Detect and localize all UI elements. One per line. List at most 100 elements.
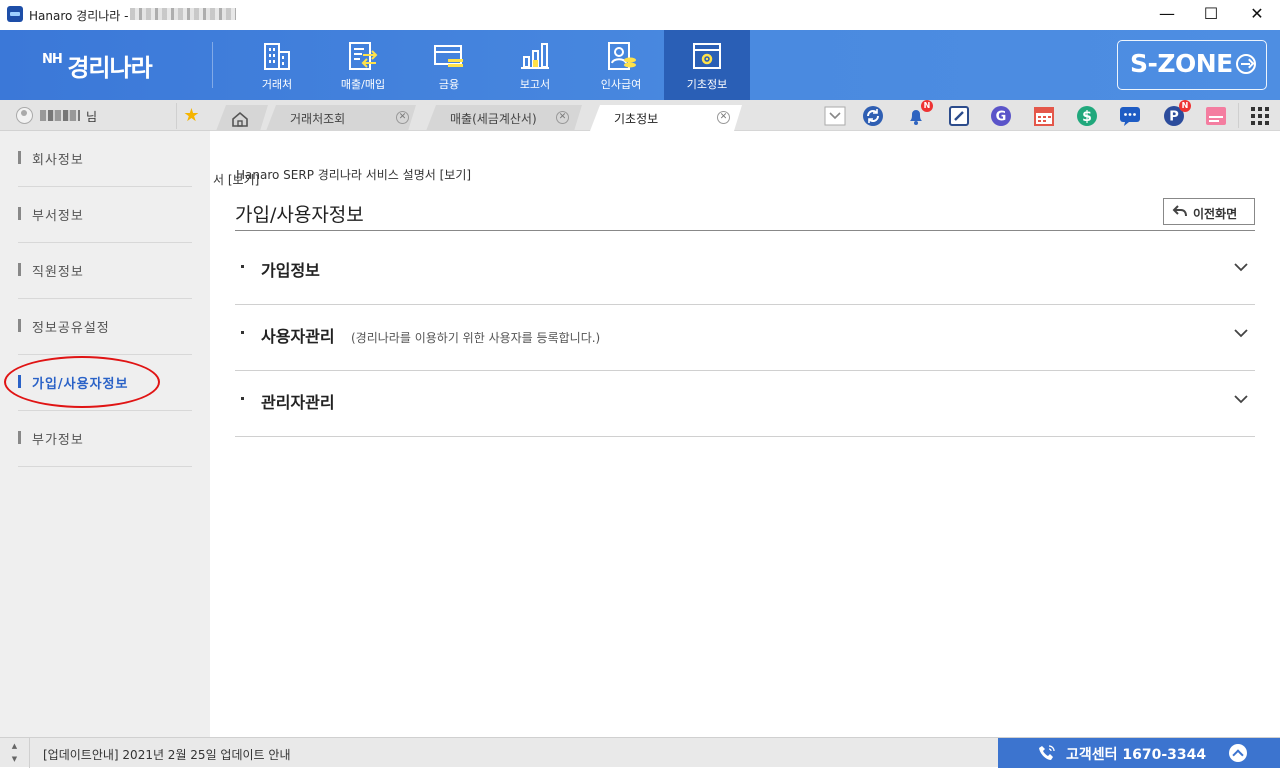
notification-badge: N bbox=[1179, 100, 1191, 112]
tab-close-icon[interactable]: ✕ bbox=[717, 111, 730, 124]
svg-text:P: P bbox=[1169, 110, 1179, 125]
sidebar-item-company-info[interactable]: 회사정보 bbox=[18, 131, 192, 187]
sidebar-item-department-info[interactable]: 부서정보 bbox=[18, 187, 192, 243]
sidebar-item-label: 회사정보 bbox=[32, 153, 84, 168]
sidebar-marker bbox=[18, 151, 21, 164]
sidebar-item-employee-info[interactable]: 직원정보 bbox=[18, 243, 192, 299]
tab-close-icon[interactable]: ✕ bbox=[556, 111, 569, 124]
tab-client-search[interactable]: 거래처조회 ✕ bbox=[266, 105, 416, 131]
home-tab[interactable] bbox=[216, 105, 268, 131]
sidebar-marker bbox=[18, 207, 21, 220]
title-divider bbox=[235, 230, 1255, 231]
person-coin-icon bbox=[608, 42, 636, 70]
sidebar-item-signup-user-info[interactable]: 가입/사용자정보 bbox=[18, 355, 192, 411]
dollar-icon[interactable]: $ bbox=[1076, 105, 1098, 127]
maximize-button[interactable]: ☐ bbox=[1188, 0, 1234, 30]
section-admin-management[interactable]: 관리자관리 bbox=[235, 371, 1255, 437]
calendar-icon[interactable] bbox=[1033, 105, 1055, 127]
sidebar-marker bbox=[18, 263, 21, 276]
nav-item-sales-purchase[interactable]: 매출/매입 bbox=[320, 30, 406, 100]
nav-divider bbox=[212, 42, 213, 88]
enter-arrow-icon bbox=[1236, 54, 1256, 74]
phone-icon bbox=[1039, 745, 1055, 760]
nav-item-hr-payroll[interactable]: 인사급여 bbox=[578, 30, 664, 100]
update-notice[interactable]: [업데이트안내] 2021년 2월 25일 업데이트 안내 bbox=[43, 746, 290, 763]
window-title-bar: Hanaro 경리나라 - — ☐ ✕ bbox=[0, 0, 1280, 30]
settings-window-icon bbox=[693, 43, 721, 69]
notification-badge: N bbox=[921, 100, 933, 112]
section-signup-info[interactable]: 가입정보 bbox=[235, 239, 1255, 305]
back-button[interactable]: 이전화면 bbox=[1163, 198, 1255, 225]
service-manual-link-overlap: 서 [보기] bbox=[213, 173, 260, 187]
nav-item-basic-info[interactable]: 기초정보 bbox=[664, 30, 750, 100]
tab-label: 거래처조회 bbox=[290, 112, 346, 126]
sync-icon[interactable] bbox=[862, 105, 884, 127]
svg-text:G: G bbox=[996, 110, 1007, 125]
minimize-button[interactable]: — bbox=[1144, 0, 1190, 30]
user-honorific: 님 bbox=[86, 110, 98, 124]
redacted-user-name bbox=[40, 110, 80, 121]
status-bar: ▲ ▼ [업데이트안내] 2021년 2월 25일 업데이트 안내 고객센터 16… bbox=[0, 737, 1280, 768]
chevron-down-icon[interactable] bbox=[1233, 391, 1249, 407]
nav-item-finance[interactable]: 금융 bbox=[406, 30, 492, 100]
scroll-down-icon[interactable]: ▼ bbox=[12, 755, 17, 763]
nav-label: 기초정보 bbox=[686, 78, 728, 91]
chevron-down-icon[interactable] bbox=[1233, 259, 1249, 275]
chat-icon[interactable] bbox=[1119, 105, 1141, 127]
call-center-text: 고객센터 1670-3344 bbox=[1066, 747, 1207, 763]
brand-logo[interactable]: NH 경리나라 bbox=[42, 48, 153, 83]
notification-bell-icon[interactable]: N bbox=[905, 100, 933, 127]
apps-grid-icon[interactable] bbox=[1249, 105, 1271, 127]
tab-basic-info[interactable]: 기초정보 ✕ bbox=[590, 105, 742, 131]
exchange-doc-icon bbox=[349, 42, 378, 70]
sidebar-item-label: 직원정보 bbox=[32, 265, 84, 280]
sidebar-item-label: 부가정보 bbox=[32, 433, 84, 448]
toolbar-divider bbox=[1238, 103, 1239, 128]
chevron-down-icon[interactable] bbox=[1233, 325, 1249, 341]
building-icon bbox=[264, 43, 290, 70]
brand-prefix: NH bbox=[42, 52, 63, 67]
section-description: (경리나라를 이용하기 위한 사용자를 등록합니다.) bbox=[351, 331, 601, 345]
sidebar-item-info-sharing[interactable]: 정보공유설정 bbox=[18, 299, 192, 355]
memo-pink-icon[interactable] bbox=[1205, 105, 1227, 127]
back-arrow-icon bbox=[1172, 205, 1187, 217]
home-icon bbox=[231, 111, 249, 127]
tab-label: 매출(세금계산서) bbox=[450, 112, 537, 126]
bar-chart-icon bbox=[521, 43, 549, 69]
nav-item-reports[interactable]: 보고서 bbox=[492, 30, 578, 100]
tab-close-icon[interactable]: ✕ bbox=[396, 111, 409, 124]
service-manual-link[interactable]: Hanaro SERP 경리나라 서비스 설명서 [보기] bbox=[236, 166, 471, 183]
nav-item-clients[interactable]: 거래처 bbox=[234, 30, 320, 100]
sidebar-marker bbox=[18, 319, 21, 332]
section-title: 관리자관리 bbox=[261, 393, 335, 412]
nav-label: 금융 bbox=[438, 78, 460, 91]
sidebar-item-additional-info[interactable]: 부가정보 bbox=[18, 411, 192, 467]
p-circle-icon[interactable]: PN bbox=[1163, 100, 1191, 127]
memo-edit-icon[interactable] bbox=[948, 105, 970, 127]
scroll-up-icon[interactable]: ▲ bbox=[12, 742, 17, 750]
tab-label: 기초정보 bbox=[614, 112, 659, 126]
s-zone-button[interactable]: S-ZONE bbox=[1117, 40, 1267, 90]
avatar bbox=[16, 107, 33, 124]
window-title: Hanaro 경리나라 - bbox=[29, 9, 129, 23]
favorite-star-icon[interactable]: ★ bbox=[176, 103, 206, 129]
notice-scroll-control[interactable]: ▲ ▼ bbox=[0, 738, 30, 768]
section-user-management[interactable]: 사용자관리 (경리나라를 이용하기 위한 사용자를 등록합니다.) bbox=[235, 305, 1255, 371]
nav-label: 인사급여 bbox=[600, 78, 642, 91]
tab-sales-tax-invoice[interactable]: 매출(세금계산서) ✕ bbox=[426, 105, 582, 131]
g-circle-icon[interactable]: G bbox=[990, 105, 1012, 127]
section-bullet bbox=[241, 397, 244, 400]
card-icon bbox=[434, 45, 463, 67]
svg-text:$: $ bbox=[1082, 109, 1092, 125]
call-center-banner: 고객센터 1670-3344 bbox=[998, 738, 1280, 768]
dropdown-icon[interactable] bbox=[824, 105, 846, 127]
section-title: 사용자관리 bbox=[261, 327, 335, 346]
close-window-button[interactable]: ✕ bbox=[1234, 0, 1280, 30]
sidebar: 회사정보 부서정보 직원정보 정보공유설정 가입/사용자정보 부가정보 bbox=[0, 131, 210, 737]
sidebar-marker bbox=[18, 431, 21, 444]
scroll-top-icon[interactable] bbox=[1229, 744, 1247, 762]
s-zone-label: S-ZONE bbox=[1130, 49, 1233, 78]
redacted-title-text bbox=[130, 8, 236, 20]
back-button-label: 이전화면 bbox=[1193, 207, 1238, 221]
nav-label: 거래처 bbox=[261, 78, 293, 91]
